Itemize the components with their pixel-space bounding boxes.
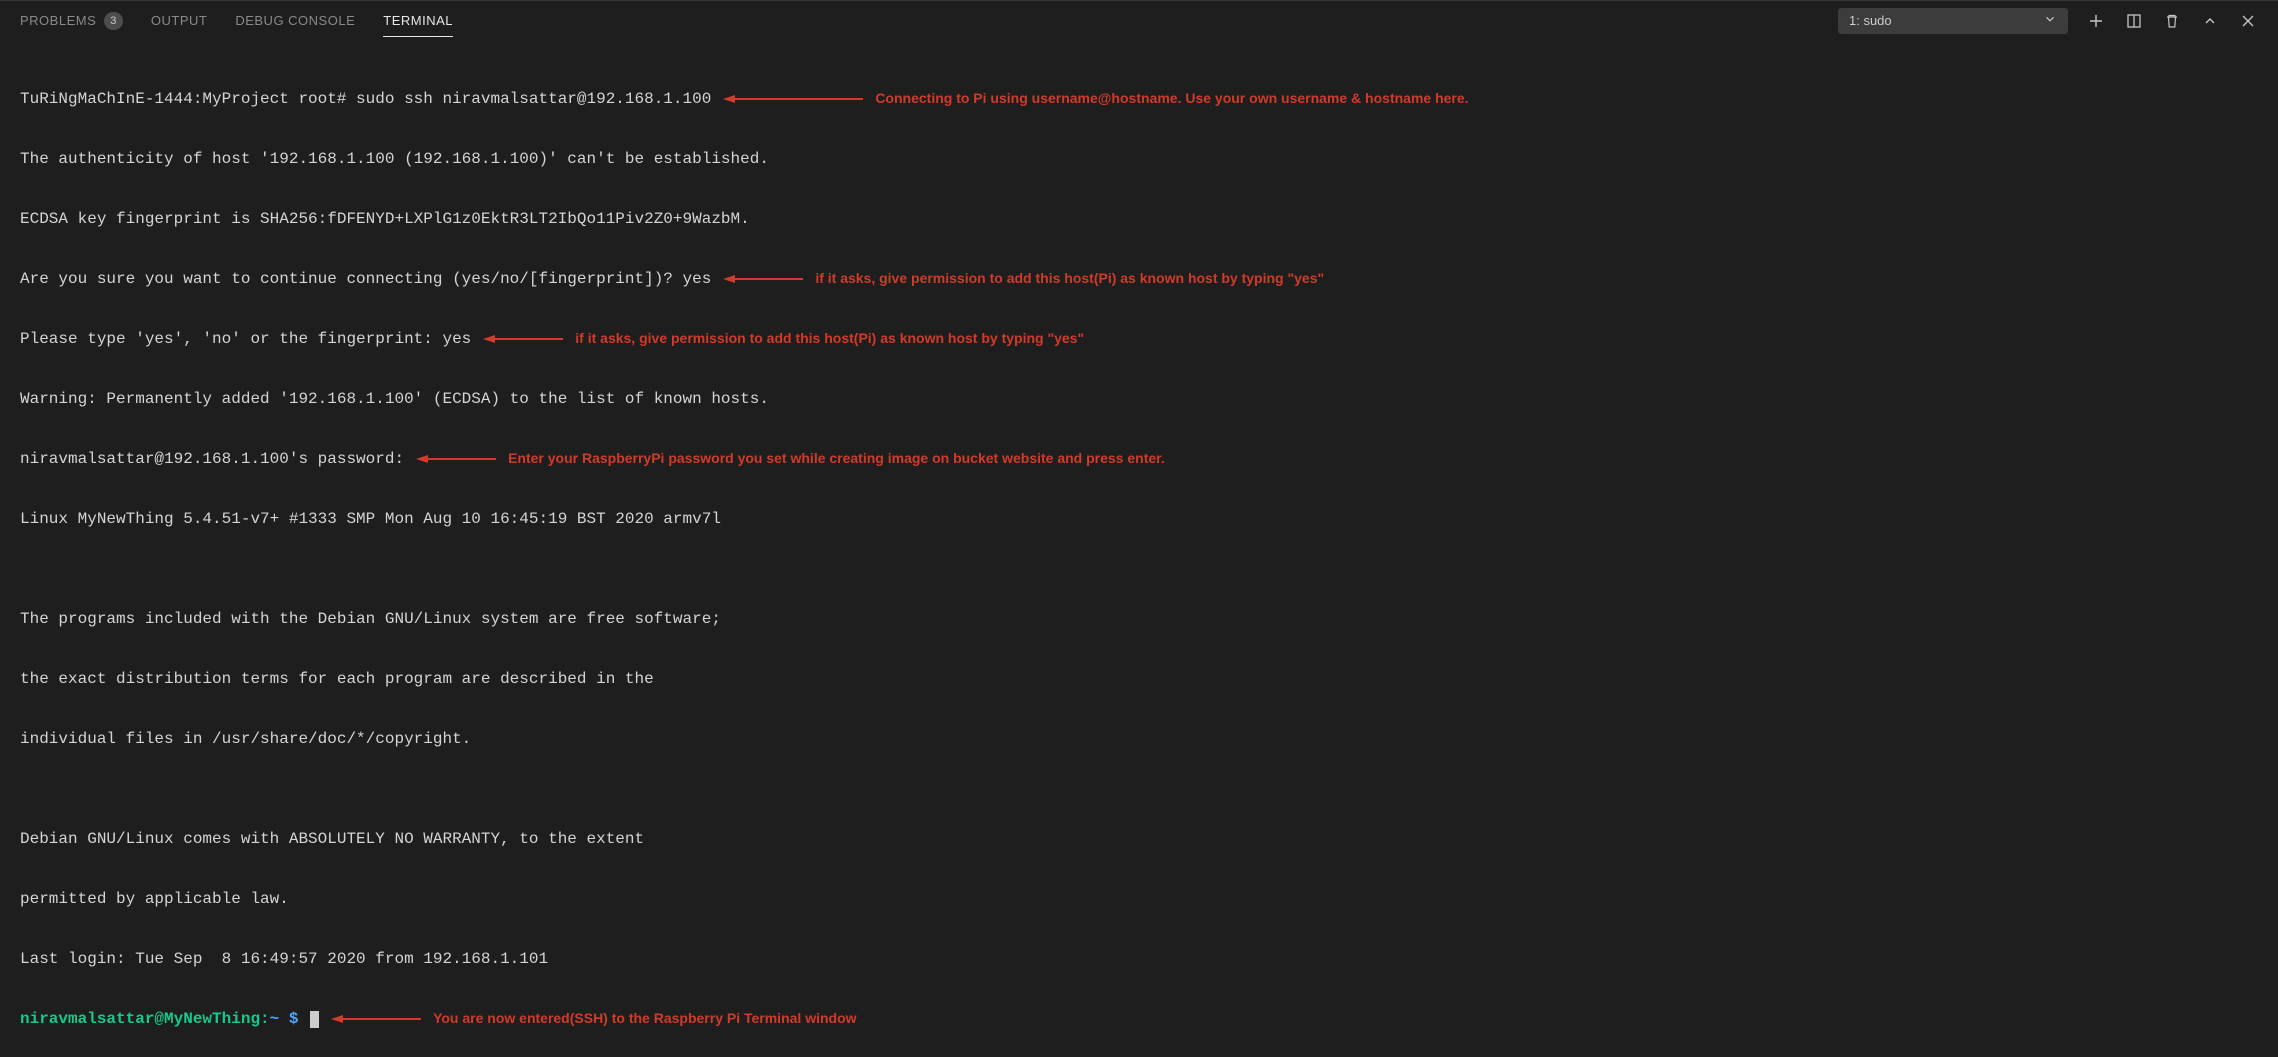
annotation-text: Connecting to Pi using username@hostname…	[875, 90, 1468, 108]
problems-badge: 3	[104, 12, 123, 30]
tab-terminal-label: TERMINAL	[383, 13, 453, 28]
terminal-line: Please type 'yes', 'no' or the fingerpri…	[20, 329, 471, 349]
arrow-left-icon	[416, 454, 496, 464]
terminal-line: ECDSA key fingerprint is SHA256:fDFENYD+…	[20, 209, 2258, 229]
terminal-picker[interactable]: 1: sudo	[1838, 8, 2068, 34]
maximize-panel-button[interactable]	[2200, 11, 2220, 31]
terminal-line: permitted by applicable law.	[20, 889, 2258, 909]
panel-actions: 1: sudo	[1838, 8, 2258, 34]
prompt-user: niravmalsattar@MyNewThing	[20, 1010, 260, 1028]
arrow-left-icon	[331, 1014, 421, 1024]
shell-prompt: niravmalsattar@MyNewThing:~ $	[20, 1009, 319, 1029]
annotation-text: You are now entered(SSH) to the Raspberr…	[433, 1010, 856, 1028]
terminal-line: Are you sure you want to continue connec…	[20, 269, 711, 289]
terminal-output[interactable]: TuRiNgMaChInE-1444:MyProject root# sudo …	[0, 41, 2278, 1057]
chevron-down-icon	[2043, 12, 2057, 29]
new-terminal-button[interactable]	[2086, 11, 2106, 31]
cursor-icon	[310, 1011, 319, 1028]
terminal-line: TuRiNgMaChInE-1444:MyProject root# sudo …	[20, 89, 711, 109]
tab-output[interactable]: OUTPUT	[151, 5, 207, 36]
terminal-line: individual files in /usr/share/doc/*/cop…	[20, 729, 2258, 749]
arrow-left-icon	[483, 334, 563, 344]
terminal-line: The authenticity of host '192.168.1.100 …	[20, 149, 2258, 169]
arrow-left-icon	[723, 94, 863, 104]
tab-problems-label: PROBLEMS	[20, 13, 96, 28]
terminal-picker-label: 1: sudo	[1849, 13, 1892, 28]
terminal-line: niravmalsattar@192.168.1.100's password:	[20, 449, 404, 469]
annotation-text: if it asks, give permission to add this …	[815, 270, 1324, 288]
arrow-left-icon	[723, 274, 803, 284]
kill-terminal-button[interactable]	[2162, 11, 2182, 31]
annotation-text: if it asks, give permission to add this …	[575, 330, 1084, 348]
terminal-line: Last login: Tue Sep 8 16:49:57 2020 from…	[20, 949, 2258, 969]
tab-debug-console[interactable]: DEBUG CONSOLE	[235, 5, 355, 36]
panel-header: PROBLEMS 3 OUTPUT DEBUG CONSOLE TERMINAL…	[0, 1, 2278, 41]
close-panel-button[interactable]	[2238, 11, 2258, 31]
tab-terminal[interactable]: TERMINAL	[383, 5, 453, 37]
prompt-path: ~ $	[270, 1010, 299, 1028]
prompt-sep: :	[260, 1010, 270, 1028]
terminal-line: Debian GNU/Linux comes with ABSOLUTELY N…	[20, 829, 2258, 849]
terminal-line: Linux MyNewThing 5.4.51-v7+ #1333 SMP Mo…	[20, 509, 2258, 529]
tab-problems[interactable]: PROBLEMS 3	[20, 4, 123, 38]
terminal-line: The programs included with the Debian GN…	[20, 609, 2258, 629]
tab-output-label: OUTPUT	[151, 13, 207, 28]
terminal-line: Warning: Permanently added '192.168.1.10…	[20, 389, 2258, 409]
split-terminal-button[interactable]	[2124, 11, 2144, 31]
panel-tabs: PROBLEMS 3 OUTPUT DEBUG CONSOLE TERMINAL	[20, 4, 453, 38]
terminal-line: the exact distribution terms for each pr…	[20, 669, 2258, 689]
annotation-text: Enter your RaspberryPi password you set …	[508, 450, 1165, 468]
tab-debug-label: DEBUG CONSOLE	[235, 13, 355, 28]
